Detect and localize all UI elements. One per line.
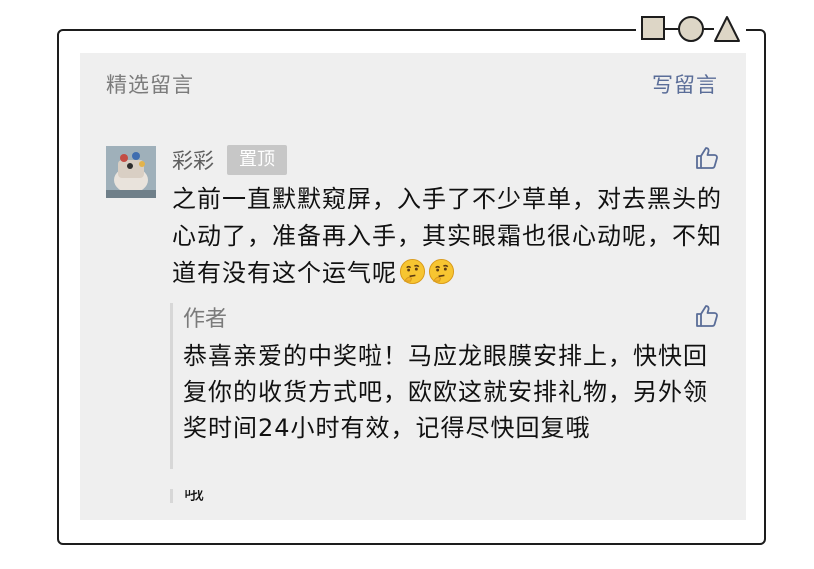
thinking-face-icon <box>399 258 426 285</box>
circle-shape-icon <box>678 16 704 42</box>
triangle-shape-icon <box>714 16 740 42</box>
write-comment-link[interactable]: 写留言 <box>652 69 718 99</box>
avatar[interactable] <box>106 146 156 198</box>
square-shape-icon <box>641 16 665 40</box>
thumbs-up-icon[interactable] <box>694 145 720 171</box>
pinned-badge: 置顶 <box>227 145 287 175</box>
comments-panel: 精选留言 写留言 彩彩 置顶 之前一直默默窥屏，入手了不少草单，对去黑头的心动了… <box>80 53 746 520</box>
thinking-face-icon <box>428 258 455 285</box>
reply-author: 作者 <box>183 307 228 332</box>
section-title: 精选留言 <box>106 73 194 97</box>
decorative-shapes <box>636 13 746 45</box>
comment-text: 之前一直默默窥屏，入手了不少草单，对去黑头的心动了，准备再入手，其实眼霜也很心动… <box>172 181 732 292</box>
comment-username[interactable]: 彩彩 <box>172 145 214 175</box>
thumbs-up-icon[interactable] <box>694 303 720 329</box>
reply-indicator-bar <box>170 303 173 469</box>
reply-indicator-bar <box>170 489 173 503</box>
reply-text: 恭喜亲爱的中奖啦！马应龙眼膜安排上，快快回复你的收货方式吧，欧欧这就安排礼物，另… <box>183 342 708 442</box>
connector-line <box>665 28 678 30</box>
clipped-reply-text: 哦 <box>184 490 224 501</box>
